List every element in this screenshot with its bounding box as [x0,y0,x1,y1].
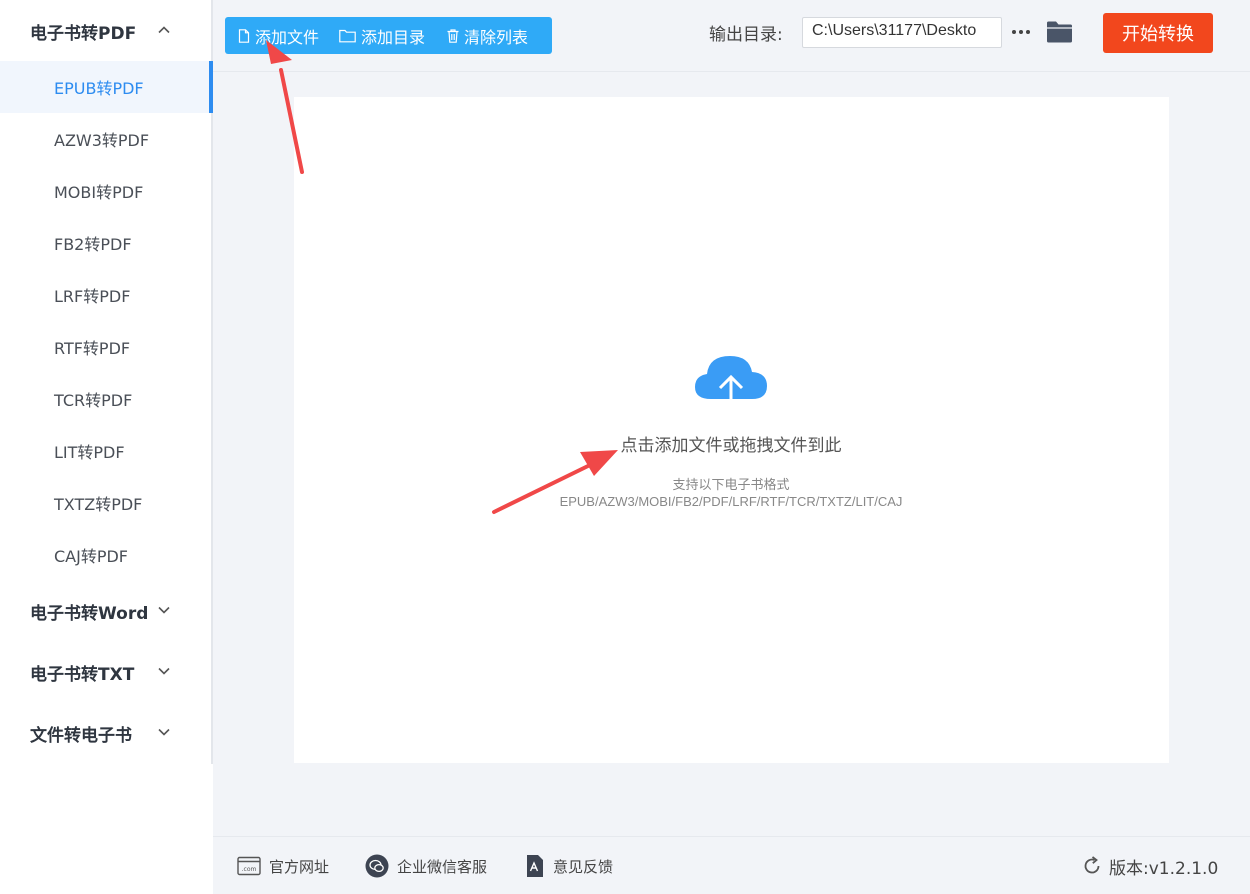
sidebar-group-ebook-to-txt[interactable]: 电子书转TXT [0,647,211,697]
sidebar-item-label: EPUB转PDF [54,79,144,98]
add-folder-button[interactable]: 添加目录 [339,17,425,54]
output-dir-label: 输出目录: [709,25,783,45]
svg-text:.com: .com [242,866,257,873]
wechat-icon [365,854,389,878]
chevron-up-icon [158,26,170,34]
sidebar-item-txtz-to-pdf[interactable]: TXTZ转PDF [0,477,211,529]
version-text: 版本:v1.2.1.0 [1109,858,1219,879]
sidebar-divider [211,0,213,764]
version-info: 版本:v1.2.1.0 [1082,852,1218,880]
sidebar-group-file-to-ebook[interactable]: 文件转电子书 [0,708,211,758]
sidebar-group-label: 文件转电子书 [30,725,132,746]
add-file-button[interactable]: 添加文件 [238,17,319,54]
feedback-icon [527,855,543,877]
add-file-label: 添加文件 [255,27,320,47]
output-dir-input[interactable]: C:\Users\31177\Deskto [802,17,1002,48]
website-link[interactable]: .com 官方网址 [237,852,329,880]
refresh-icon[interactable] [1082,856,1102,876]
sidebar-item-rtf-to-pdf[interactable]: RTF转PDF [0,321,211,373]
file-drop-area[interactable] [294,97,1169,763]
website-icon: .com [237,856,261,876]
sidebar-item-label: RTF转PDF [54,339,131,358]
wechat-label: 企业微信客服 [397,857,488,876]
sidebar-item-lrf-to-pdf[interactable]: LRF转PDF [0,269,211,321]
chevron-down-icon [158,667,170,675]
sidebar-item-label: TXTZ转PDF [54,495,143,514]
sidebar-item-tcr-to-pdf[interactable]: TCR转PDF [0,373,211,425]
sidebar-item-label: TCR转PDF [54,391,133,410]
sidebar-item-lit-to-pdf[interactable]: LIT转PDF [0,425,211,477]
sidebar-item-caj-to-pdf[interactable]: CAJ转PDF [0,529,211,581]
wechat-service-link[interactable]: 企业微信客服 [365,852,487,880]
sidebar-item-mobi-to-pdf[interactable]: MOBI转PDF [0,165,211,217]
add-folder-label: 添加目录 [361,27,426,47]
sidebar-item-azw3-to-pdf[interactable]: AZW3转PDF [0,113,211,165]
folder-icon[interactable] [1046,20,1073,44]
more-icon[interactable] [1010,24,1032,40]
sidebar-item-label: MOBI转PDF [54,183,144,202]
sidebar-item-epub-to-pdf[interactable]: EPUB转PDF [0,61,211,113]
sidebar-item-fb2-to-pdf[interactable]: FB2转PDF [0,217,211,269]
sidebar-item-label: AZW3转PDF [54,131,150,150]
sidebar-group-label: 电子书转TXT [30,664,135,685]
website-label: 官方网址 [269,857,330,876]
sidebar-item-label: CAJ转PDF [54,547,129,566]
start-convert-label: 开始转换 [1122,24,1194,45]
sidebar-group-ebook-to-pdf[interactable]: 电子书转PDF [0,6,211,56]
sidebar-item-label: FB2转PDF [54,235,132,254]
folder-outline-icon [339,29,356,42]
drop-area-subtitle: 支持以下电子书格式 [672,478,790,493]
feedback-label: 意见反馈 [553,857,614,876]
toolbar-button-group: 添加文件 添加目录 清除列表 [225,17,552,54]
drop-area-title: 点击添加文件或拖拽文件到此 [620,436,842,456]
sidebar-item-label: LIT转PDF [54,443,125,462]
sidebar-group-label: 电子书转Word [30,603,149,624]
cloud-upload-icon[interactable] [694,354,768,420]
sidebar-item-label: LRF转PDF [54,287,131,306]
clear-list-label: 清除列表 [464,27,529,47]
chevron-down-icon [158,606,170,614]
clear-list-button[interactable]: 清除列表 [447,17,528,54]
supported-formats: EPUB/AZW3/MOBI/FB2/PDF/LRF/RTF/TCR/TXTZ/… [559,494,903,509]
sidebar-group-ebook-to-word[interactable]: 电子书转Word [0,586,211,636]
file-icon [238,28,250,43]
sidebar-group-label: 电子书转PDF [30,23,137,44]
start-convert-button[interactable]: 开始转换 [1103,13,1213,53]
chevron-down-icon [158,728,170,736]
feedback-link[interactable]: 意见反馈 [525,852,613,880]
trash-icon [447,28,459,43]
